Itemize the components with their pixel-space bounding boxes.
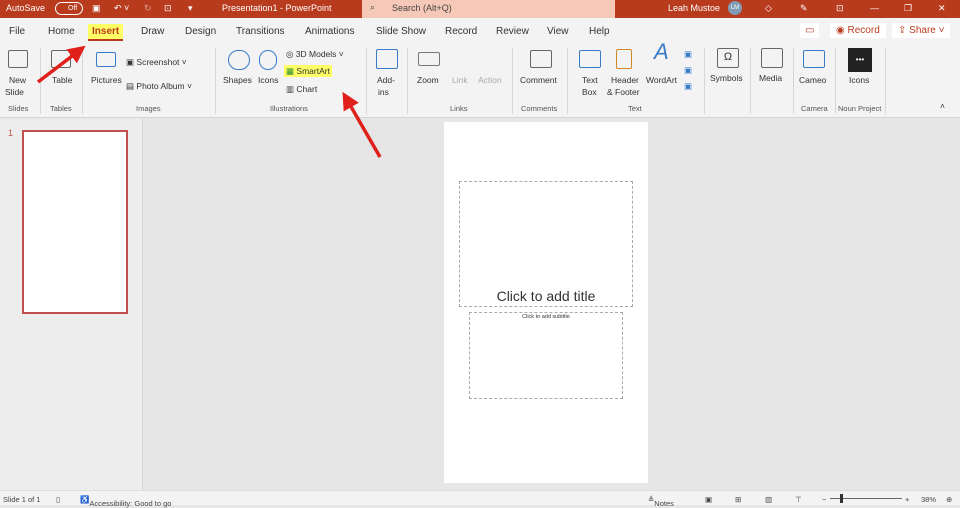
accessibility-status[interactable]: ♿ Accessibility: Good to go	[80, 495, 171, 508]
slide-sorter-icon[interactable]: ⊞	[735, 495, 741, 504]
zoom-in-icon[interactable]: +	[905, 495, 909, 504]
zoom-out-icon[interactable]: −	[822, 495, 826, 504]
zoom-slider-thumb[interactable]	[840, 494, 843, 503]
fit-to-window-icon[interactable]: ⊕	[946, 495, 952, 504]
notes-button[interactable]: ≜ Notes	[648, 495, 674, 508]
status-bar: Slide 1 of 1 ▯ ♿ Accessibility: Good to …	[0, 490, 960, 508]
arrow-to-smartart	[342, 91, 382, 158]
slideshow-icon[interactable]: ⊤	[795, 495, 802, 504]
accessibility-label: Accessibility: Good to go	[89, 499, 172, 508]
reading-view-icon[interactable]: ▥	[765, 495, 772, 504]
notes-label: Notes	[654, 499, 674, 508]
spellcheck-icon[interactable]: ▯	[56, 495, 60, 504]
normal-view-icon[interactable]: ▣	[705, 495, 712, 504]
slide-count: Slide 1 of 1	[3, 495, 41, 504]
zoom-level[interactable]: 38%	[921, 495, 936, 504]
annotation-arrows	[36, 45, 382, 158]
arrow-to-insert-tab	[36, 45, 86, 84]
